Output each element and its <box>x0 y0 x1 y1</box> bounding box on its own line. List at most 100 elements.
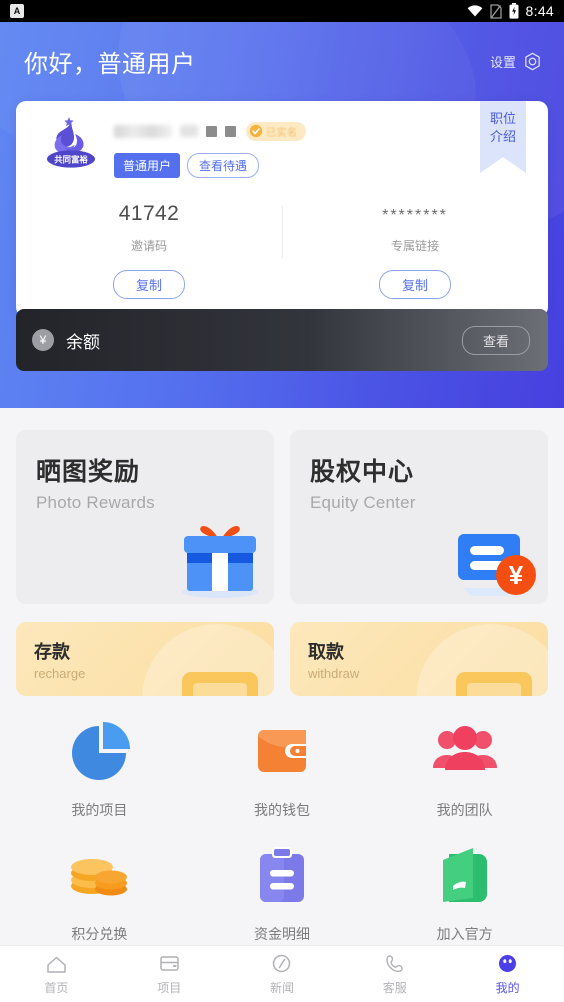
user-avatar-icon <box>499 955 517 972</box>
shortcut-grid: 我的项目 我的钱包 我的团队 积分兑换 资金明细 加入官方 <box>0 696 564 944</box>
common-prosperity-logo-icon: 共同富裕 <box>47 117 95 168</box>
app-notification-icon: A <box>10 4 24 18</box>
invite-code-value: 41742 <box>118 202 180 225</box>
username-row: 已实名 <box>114 121 306 141</box>
recharge-card[interactable]: 存款 recharge <box>16 622 274 696</box>
tab-label: 客服 <box>382 981 407 995</box>
deposit-slot-icon <box>182 672 258 696</box>
status-bar-left: A <box>10 4 24 18</box>
shortcut-label: 我的钱包 <box>254 802 310 818</box>
copy-exclusive-link-button[interactable]: 复制 <box>378 270 451 299</box>
codes-divider <box>282 206 283 258</box>
svg-text:¥: ¥ <box>509 560 524 590</box>
balance-label: 余额 <box>66 332 100 352</box>
tab-projects[interactable]: 项目 <box>113 952 226 996</box>
card-icon <box>159 956 179 971</box>
tab-label: 首页 <box>44 981 69 995</box>
view-balance-button[interactable]: 查看 <box>461 325 530 355</box>
tab-support[interactable]: 客服 <box>338 952 451 996</box>
photo-rewards-art <box>174 516 266 600</box>
profile-card: 职位 介绍 共同富裕 已实名 普通用户 查看待遇 41742 邀请码 复制 **… <box>16 101 548 317</box>
tab-label: 我的 <box>495 981 520 995</box>
clipboard-icon <box>260 847 304 902</box>
recharge-title-cn: 存款 <box>34 642 70 662</box>
feature-cards-row: 晒图奖励 Photo Rewards 股权中心 Equity Center ¥ <box>0 408 564 604</box>
shortcut-label: 我的团队 <box>436 802 493 818</box>
profile-details: 已实名 普通用户 查看待遇 <box>104 115 306 178</box>
bottom-navigation: 首页 项目 新闻 客服 我的 <box>0 945 564 1002</box>
shortcut-label: 积分兑换 <box>71 926 128 942</box>
copy-invite-code-button[interactable]: 复制 <box>112 270 185 299</box>
settings-button[interactable]: 设置 <box>490 52 542 71</box>
user-level-tag: 普通用户 <box>114 153 181 178</box>
no-sim-icon <box>489 3 502 19</box>
shortcut-label: 我的项目 <box>71 802 128 818</box>
avatar[interactable]: 共同富裕 <box>38 115 104 178</box>
header: 你好，普通用户 设置 职位 介绍 共同富裕 已实名 普通用户 查看待遇 4174… <box>0 22 564 408</box>
profile-identity-row: 共同富裕 已实名 普通用户 查看待遇 <box>16 101 548 178</box>
settings-label: 设置 <box>489 55 516 70</box>
shortcut-grid-row-1: 我的项目 我的钱包 我的团队 <box>8 718 556 820</box>
tab-home[interactable]: 首页 <box>0 952 113 996</box>
user-tag-row: 普通用户 查看待遇 <box>114 153 306 178</box>
status-bar: A 8:44 <box>0 0 564 22</box>
shortcut-fund-details[interactable]: 资金明细 <box>191 842 374 944</box>
greeting-text: 你好，普通用户 <box>24 51 196 78</box>
tab-news[interactable]: 新闻 <box>226 952 339 996</box>
placeholder-square-1 <box>206 125 217 137</box>
placeholder-square-2 <box>225 125 236 137</box>
ribbon-line-1: 职位 <box>489 111 516 126</box>
equity-card-icon: ¥ <box>458 534 536 596</box>
shortcut-points-exchange[interactable]: 积分兑换 <box>8 842 191 944</box>
coins-icon <box>71 859 128 896</box>
gear-icon <box>525 52 540 71</box>
battery-charging-icon <box>509 3 519 19</box>
wifi-icon <box>467 5 482 17</box>
invite-code-column: 41742 邀请码 复制 <box>16 202 282 299</box>
shortcut-join-official[interactable]: 加入官方 <box>373 842 556 944</box>
header-top-row: 你好，普通用户 设置 <box>0 22 564 79</box>
team-icon <box>432 726 497 770</box>
withdraw-slot-icon <box>456 672 532 696</box>
equity-center-title-cn: 股权中心 <box>310 458 415 486</box>
verified-check-icon <box>249 124 263 138</box>
phone-icon <box>386 955 404 973</box>
equity-center-card[interactable]: 股权中心 Equity Center ¥ <box>290 430 548 604</box>
codes-row: 41742 邀请码 复制 ******** 专属链接 复制 <box>16 202 548 299</box>
equity-center-title-en: Equity Center <box>310 493 416 512</box>
withdraw-card[interactable]: 取款 withdraw <box>290 622 548 696</box>
photo-rewards-title-en: Photo Rewards <box>36 493 155 512</box>
home-icon <box>47 956 66 973</box>
invite-code-label: 邀请码 <box>130 239 167 253</box>
shortcut-my-wallet[interactable]: 我的钱包 <box>191 718 374 820</box>
tab-label: 新闻 <box>269 981 294 995</box>
shortcut-label: 资金明细 <box>254 926 310 942</box>
svg-text:共同富裕: 共同富裕 <box>54 154 88 164</box>
photo-rewards-card[interactable]: 晒图奖励 Photo Rewards <box>16 430 274 604</box>
green-book-icon <box>442 848 487 902</box>
ribbon-line-2: 介绍 <box>489 129 516 145</box>
photo-rewards-title-cn: 晒图奖励 <box>36 458 141 486</box>
wallet-icon <box>258 730 306 772</box>
exclusive-link-label: 专属链接 <box>390 239 439 253</box>
withdraw-title-cn: 取款 <box>308 642 344 662</box>
verified-badge: 已实名 <box>246 121 306 141</box>
yen-icon: ¥ <box>32 329 54 351</box>
tab-mine[interactable]: 我的 <box>451 952 564 996</box>
username-masked-2 <box>180 125 198 137</box>
tab-label: 项目 <box>157 981 182 995</box>
username-masked <box>114 124 172 138</box>
gift-box-icon <box>182 526 258 598</box>
view-benefits-button[interactable]: 查看待遇 <box>187 153 260 178</box>
shortcut-label: 加入官方 <box>436 926 493 942</box>
shortcut-my-team[interactable]: 我的团队 <box>373 718 556 820</box>
verified-badge-label: 已实名 <box>266 127 298 139</box>
pie-chart-icon <box>72 722 131 780</box>
shortcut-my-projects[interactable]: 我的项目 <box>8 718 191 820</box>
money-actions-row: 存款 recharge 取款 withdraw <box>0 604 564 696</box>
equity-center-art: ¥ <box>444 516 540 600</box>
compass-icon <box>273 954 291 973</box>
status-bar-right: 8:44 <box>467 3 554 19</box>
balance-bar[interactable]: ¥ 余额 查看 <box>16 309 548 371</box>
shortcut-grid-row-2: 积分兑换 资金明细 加入官方 <box>8 842 556 944</box>
